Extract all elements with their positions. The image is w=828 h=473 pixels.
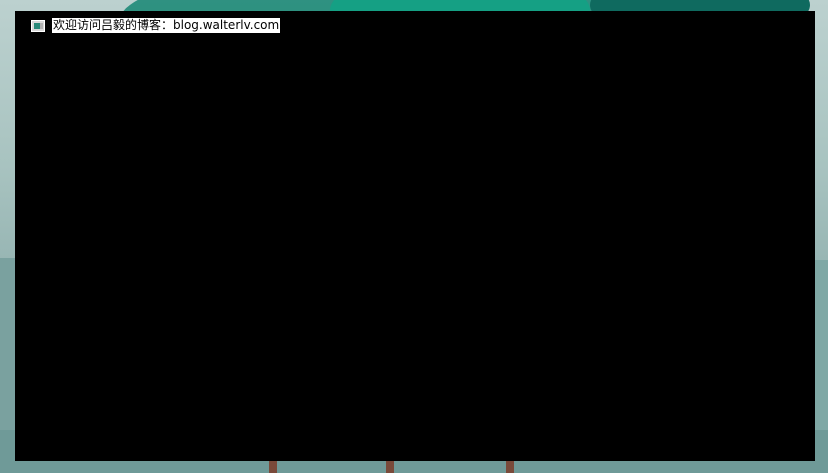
title-bar[interactable]: 欢迎访问吕毅的博客：blog.walterlv.com — [15, 11, 815, 39]
console-window[interactable]: 欢迎访问吕毅的博客：blog.walterlv.com — [15, 11, 815, 461]
console-app-icon[interactable] — [31, 20, 45, 32]
window-title: 欢迎访问吕毅的博客：blog.walterlv.com — [52, 18, 281, 33]
